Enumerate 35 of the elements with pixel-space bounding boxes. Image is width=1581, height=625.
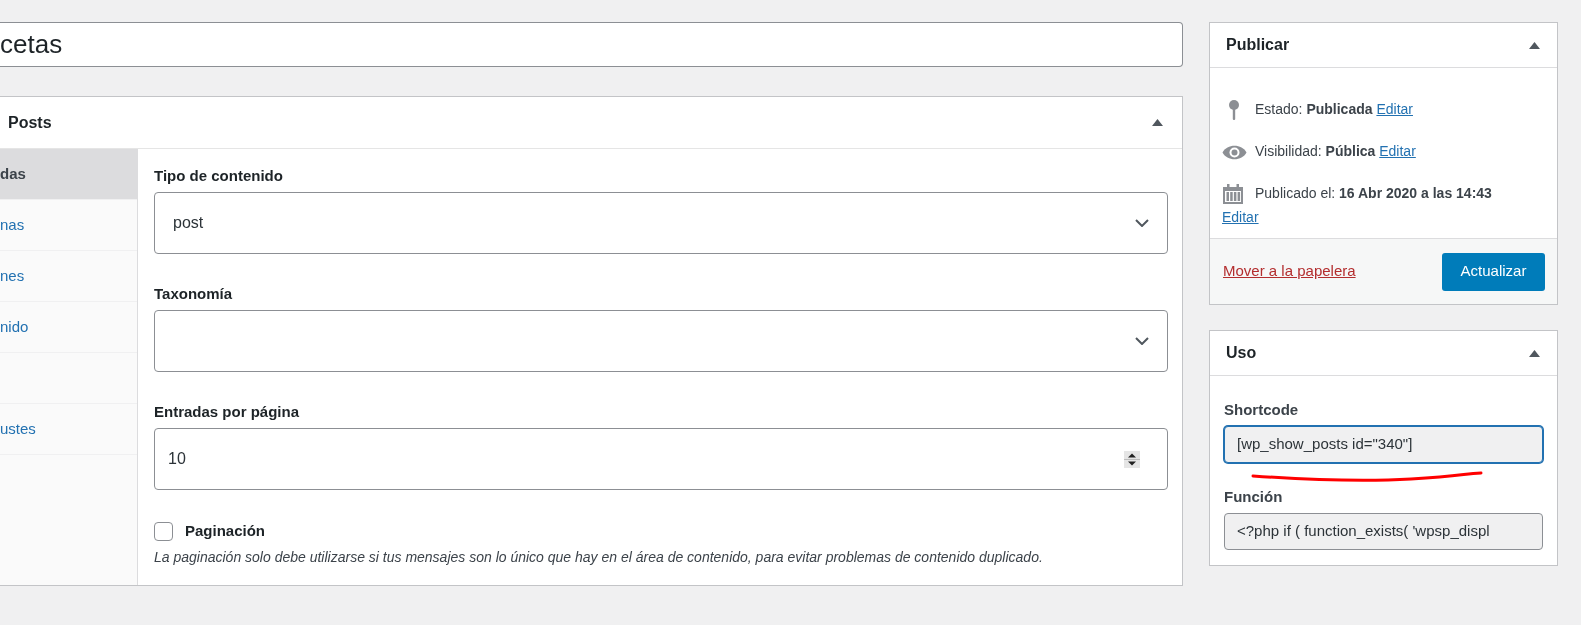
edit-link[interactable]: Editar	[1376, 101, 1413, 117]
sidebar-tab[interactable]: das	[0, 149, 137, 200]
calendar-icon	[1223, 184, 1243, 205]
pin-icon	[1228, 100, 1240, 121]
panel-title: Posts	[8, 112, 52, 133]
publish-info-text: Estado: Publicada	[1255, 101, 1373, 117]
eye-icon	[1222, 144, 1247, 160]
publish-info-text: Publicado el: 16 Abr 2020 a las 14:43	[1255, 185, 1492, 201]
trash-link[interactable]: Mover a la papelera	[1223, 260, 1356, 283]
chevron-down-icon	[1135, 337, 1149, 345]
field-label: Función	[1224, 487, 1284, 507]
spinner-arrows-icon[interactable]	[1124, 450, 1140, 468]
title-input[interactable]: cetas	[0, 22, 1183, 67]
checkbox-label: Paginación	[185, 521, 266, 541]
panel-title: Uso	[1226, 343, 1257, 363]
code-input[interactable]: <?php if ( function_exists( 'wpsp_displ	[1224, 513, 1543, 550]
field-description: La paginación solo debe utilizarse si tus mensajes son lo único que hay en el área de contenido, para evitar problemas de contenido duplicado.	[154, 547, 1044, 567]
field-label: Taxonomía	[154, 284, 234, 304]
publish-info-text: Visibilidad: Pública	[1255, 143, 1376, 159]
checkbox[interactable]	[154, 521, 173, 541]
number-input[interactable]: 10	[154, 428, 1168, 490]
field-label: Shortcode	[1224, 400, 1300, 420]
collapse-toggle-icon[interactable]	[1529, 41, 1540, 49]
select-dropdown[interactable]	[154, 310, 1168, 372]
collapse-toggle-icon[interactable]	[1529, 349, 1540, 357]
collapse-toggle-icon[interactable]	[1152, 119, 1163, 126]
edit-link[interactable]: Editar	[1222, 209, 1259, 225]
field-label: Entradas por página	[154, 402, 301, 422]
edit-link[interactable]: Editar	[1379, 143, 1416, 159]
chevron-down-icon	[1135, 219, 1149, 227]
panel-title: Publicar	[1226, 35, 1290, 55]
select-dropdown[interactable]: post	[154, 192, 1168, 254]
code-input[interactable]: [wp_show_posts id="340"]	[1224, 426, 1543, 463]
update-button[interactable]: Actualizar	[1442, 252, 1545, 291]
field-label: Tipo de contenido	[154, 166, 284, 186]
